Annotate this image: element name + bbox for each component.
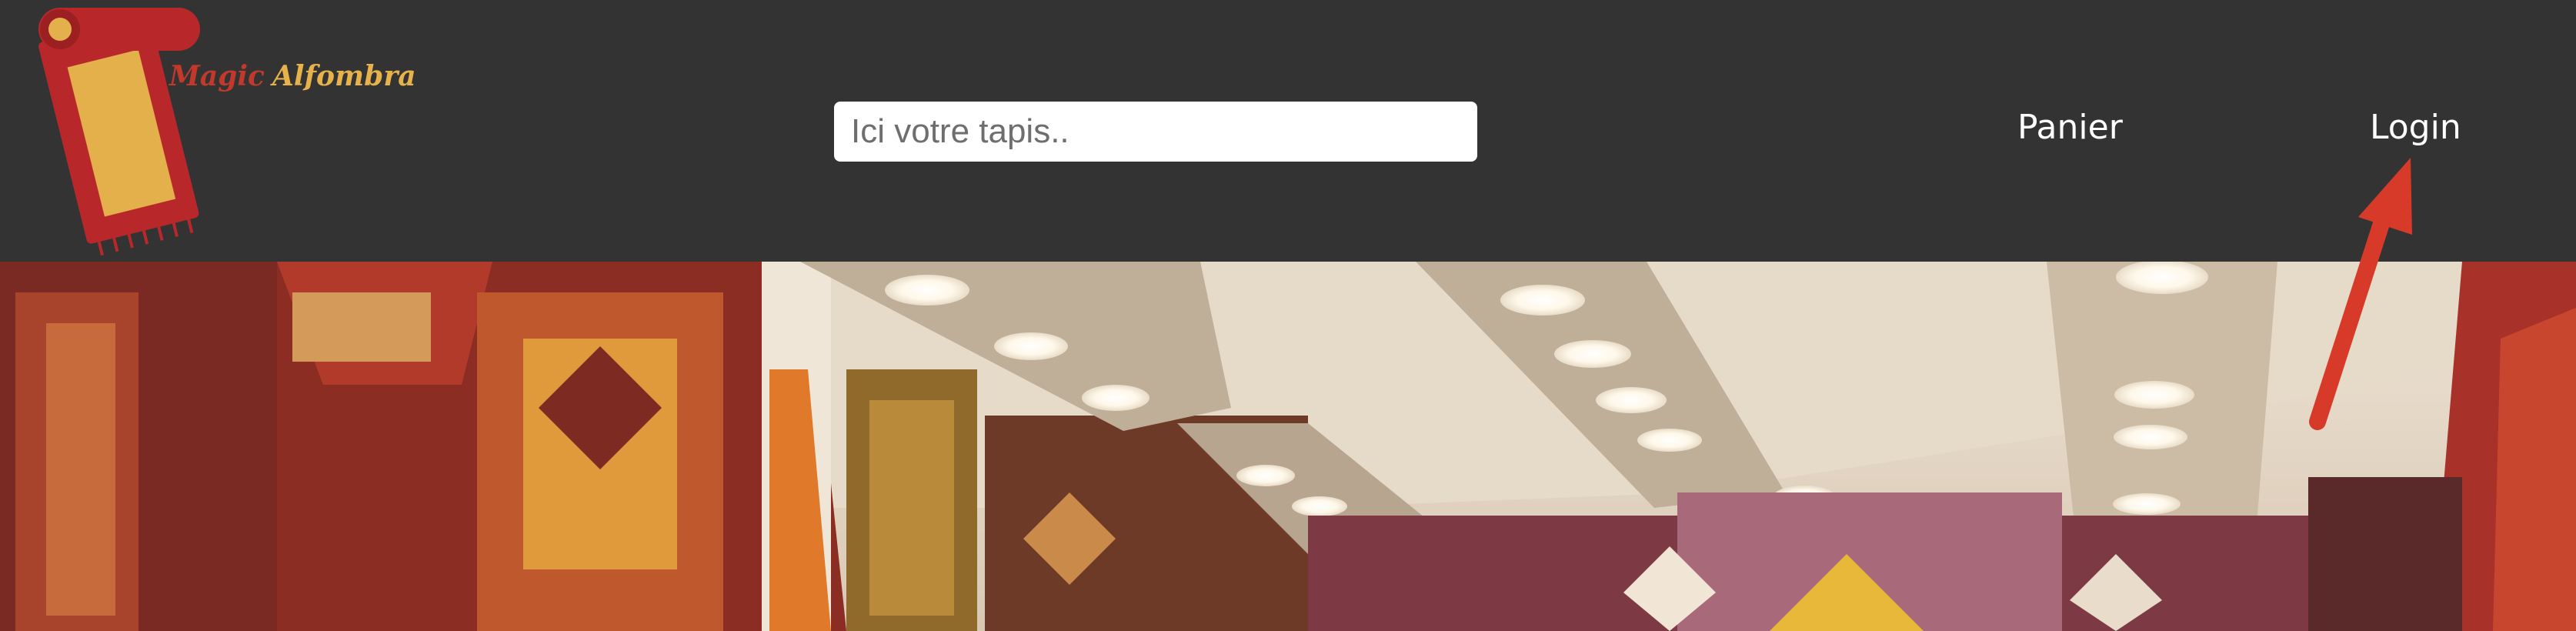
- brand-name: Magic Alfombra: [169, 60, 416, 92]
- brand-word-alfombra: Alfombra: [272, 60, 416, 92]
- nav-cart-link[interactable]: Panier: [2017, 108, 2123, 147]
- rolled-carpet-icon: [38, 8, 200, 256]
- brand-word-magic: Magic: [169, 60, 265, 92]
- carpet-shop-illustration: [0, 262, 2576, 631]
- hero-banner-image: [0, 262, 2576, 631]
- brand-logo[interactable]: Magic Alfombra: [31, 0, 416, 262]
- nav-login-link[interactable]: Login: [2370, 108, 2461, 147]
- site-header: MagicAlfombra Panier Login: [0, 0, 2576, 262]
- search-input[interactable]: [834, 102, 1477, 162]
